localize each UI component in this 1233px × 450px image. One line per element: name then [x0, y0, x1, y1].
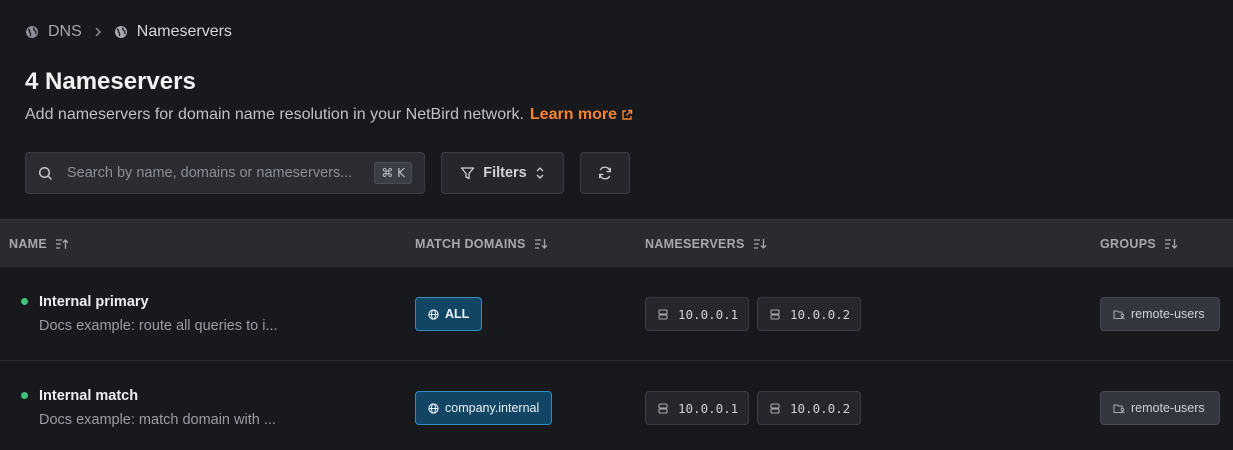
column-header-match-domains[interactable]: MATCH DOMAINS — [415, 220, 548, 268]
sort-descending-icon — [534, 238, 548, 250]
page-title: 4 Nameservers — [25, 68, 196, 95]
nameserver-description: Docs example: match domain with ... — [39, 412, 276, 428]
nameserver-ip: 10.0.0.2 — [790, 400, 851, 416]
nameserver-name: Internal primary — [39, 294, 149, 310]
search-icon — [38, 166, 53, 181]
breadcrumb-nameservers-label: Nameservers — [136, 23, 232, 40]
group-label: remote-users — [1131, 401, 1205, 415]
status-active-dot — [21, 392, 28, 399]
external-link-icon — [621, 109, 633, 121]
column-match-domains-label: MATCH DOMAINS — [415, 237, 526, 251]
match-domain-label: company.internal — [445, 401, 540, 415]
column-nameservers-label: NAMESERVERS — [645, 237, 745, 251]
group-badge[interactable]: remote-users — [1100, 297, 1220, 331]
chevron-right-icon — [94, 26, 102, 38]
globe-icon — [428, 402, 439, 414]
page-subtitle: Add nameservers for domain name resoluti… — [25, 106, 633, 124]
breadcrumb-dns[interactable]: DNS — [25, 23, 82, 41]
nameserver-ip-badge: 10.0.0.2 — [757, 297, 861, 331]
server-icon — [658, 402, 668, 414]
learn-more-label: Learn more — [529, 106, 618, 123]
sort-ascending-icon — [55, 238, 69, 250]
search-input[interactable] — [67, 165, 375, 181]
nameserver-ip-badge: 10.0.0.2 — [757, 391, 861, 425]
nameserver-ip-badge: 10.0.0.1 — [645, 297, 749, 331]
column-header-nameservers[interactable]: NAMESERVERS — [645, 220, 767, 268]
nameserver-ip-badge: 10.0.0.1 — [645, 391, 749, 425]
nameserver-ip: 10.0.0.1 — [678, 400, 739, 416]
group-badge[interactable]: remote-users — [1100, 391, 1220, 425]
match-domain-badge[interactable]: ALL — [415, 297, 483, 331]
match-domain-label: ALL — [445, 307, 470, 321]
learn-more-link[interactable]: Learn more — [530, 106, 633, 124]
folder-group-icon — [1113, 403, 1126, 414]
filter-icon — [460, 166, 475, 181]
column-name-label: NAME — [9, 237, 48, 251]
breadcrumb: DNS Nameservers — [25, 22, 232, 42]
column-groups-label: GROUPS — [1100, 237, 1156, 251]
server-icon — [658, 308, 668, 320]
refresh-icon — [597, 165, 613, 181]
globe-icon — [25, 25, 39, 39]
nameserver-ip: 10.0.0.2 — [790, 306, 851, 322]
server-icon — [770, 308, 780, 320]
refresh-button[interactable] — [580, 152, 630, 194]
column-header-name[interactable]: NAME — [9, 220, 69, 268]
match-domain-badge[interactable]: company.internal — [415, 391, 553, 425]
table-row[interactable]: Internal match Docs example: match domai… — [0, 361, 1233, 450]
breadcrumb-nameservers[interactable]: Nameservers — [114, 23, 232, 41]
keyboard-shortcut-badge: ⌘ K — [374, 162, 412, 184]
table-header: NAME MATCH DOMAINS NAMESERVERS GROUPS — [0, 219, 1233, 267]
server-icon — [770, 402, 780, 414]
globe-icon — [114, 25, 128, 39]
breadcrumb-dns-label: DNS — [48, 23, 82, 40]
subtitle-text: Add nameservers for domain name resoluti… — [25, 106, 524, 123]
status-active-dot — [21, 298, 28, 305]
nameserver-description: Docs example: route all queries to i... — [39, 318, 278, 334]
column-header-groups[interactable]: GROUPS — [1100, 220, 1178, 268]
globe-icon — [428, 308, 439, 320]
chevron-up-down-icon — [535, 166, 545, 180]
nameserver-name: Internal match — [39, 388, 139, 404]
filters-button[interactable]: Filters — [441, 152, 564, 194]
table-row[interactable]: Internal primary Docs example: route all… — [0, 267, 1233, 361]
filters-label: Filters — [483, 165, 527, 181]
nameserver-ip: 10.0.0.1 — [678, 306, 739, 322]
sort-descending-icon — [1164, 238, 1178, 250]
folder-group-icon — [1113, 309, 1126, 320]
search-box[interactable]: ⌘ K — [25, 152, 425, 194]
sort-descending-icon — [753, 238, 767, 250]
group-label: remote-users — [1131, 307, 1205, 321]
